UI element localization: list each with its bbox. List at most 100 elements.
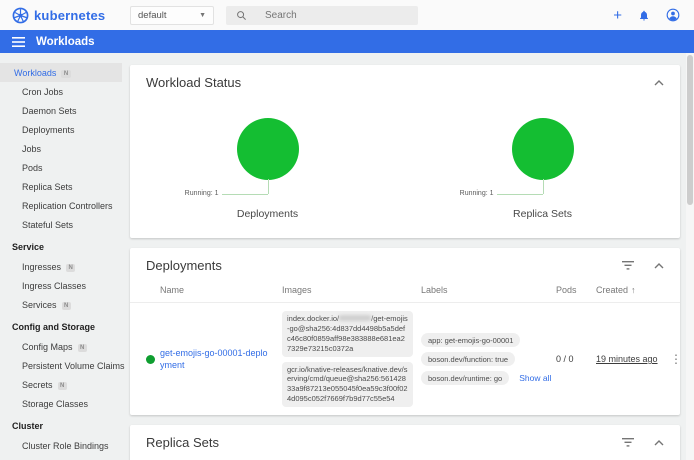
sidebar-item-replication-controllers[interactable]: Replication Controllers — [0, 196, 122, 215]
sidebar-item-label: Config Maps — [22, 342, 73, 352]
label-chip: boson.dev/runtime: go — [421, 371, 509, 385]
sidebar-item-workloads[interactable]: Workloads N — [0, 63, 122, 82]
sidebar-item-ingress-classes[interactable]: Ingress Classes — [0, 276, 122, 295]
label-chip: boson.dev/function: true — [421, 352, 515, 366]
sidebar-item-label: Ingresses — [22, 262, 61, 272]
label-chip: app: get-emojis-go-00001 — [421, 333, 520, 347]
sidebar-item-services[interactable]: Services N — [0, 295, 122, 314]
labels-cell: app: get-emojis-go-00001 boson.dev/funct… — [421, 331, 556, 388]
legend-callout-line — [222, 194, 268, 195]
column-header-pods[interactable]: Pods — [556, 285, 596, 295]
search-placeholder: Search — [265, 10, 297, 21]
collapse-chevron-icon[interactable] — [654, 440, 664, 446]
sidebar-item-jobs[interactable]: Jobs — [0, 139, 122, 158]
replica-sets-pie-chart: Running: 1 Replica Sets — [405, 118, 680, 228]
user-account-icon[interactable] — [666, 8, 680, 22]
top-bar: kubernetes default ▼ Search + — [0, 0, 694, 30]
collapse-chevron-icon[interactable] — [654, 80, 664, 86]
pie-legend: Running: 1 — [460, 190, 494, 197]
collapse-chevron-icon[interactable] — [654, 263, 664, 269]
sidebar: Workloads N Cron Jobs Daemon Sets Deploym… — [0, 53, 122, 460]
card-title: Deployments — [146, 258, 622, 273]
sidebar-item-daemon-sets[interactable]: Daemon Sets — [0, 101, 122, 120]
create-resource-button[interactable]: + — [613, 8, 622, 23]
sidebar-section-cluster: Cluster — [0, 413, 122, 436]
sidebar-item-secrets[interactable]: Secrets N — [0, 375, 122, 394]
sidebar-section-config-storage: Config and Storage — [0, 314, 122, 337]
filter-icon[interactable] — [622, 438, 634, 447]
legend-callout-line — [543, 179, 544, 194]
brand-text: kubernetes — [34, 8, 105, 23]
top-actions: + — [613, 8, 694, 23]
sidebar-item-pods[interactable]: Pods — [0, 158, 122, 177]
namespaced-badge: N — [66, 264, 75, 272]
row-actions-kebab-icon[interactable]: ⋮ — [668, 352, 684, 366]
column-header-labels[interactable]: Labels — [421, 285, 556, 295]
deployments-card: Deployments Name — [130, 248, 680, 415]
namespace-selector[interactable]: default ▼ — [130, 6, 214, 25]
search-icon — [236, 10, 247, 21]
deployments-pie-chart: Running: 1 Deployments — [130, 118, 405, 228]
sidebar-item-label: Secrets — [22, 380, 53, 390]
sidebar-item-stateful-sets[interactable]: Stateful Sets — [0, 215, 122, 234]
pie-legend: Running: 1 — [185, 190, 219, 197]
scrollbar-thumb[interactable] — [687, 55, 693, 205]
namespaced-badge: N — [62, 302, 71, 310]
images-cell: index.docker.io//get-emojis-go@sha256:4d… — [282, 311, 421, 407]
search-input[interactable]: Search — [226, 6, 418, 25]
chevron-down-icon: ▼ — [199, 12, 206, 19]
table-header-row: Name Images Labels Pods Created ↑ — [130, 454, 680, 460]
sidebar-item-persistent-volume-claims[interactable]: Persistent Volume ClaimsN — [0, 356, 122, 375]
pie-slice-running — [512, 118, 574, 180]
sidebar-item-cluster-roles[interactable]: Cluster Roles — [0, 455, 122, 460]
table-header-row: Name Images Labels Pods Created ↑ — [130, 277, 680, 303]
legend-callout-line — [497, 194, 543, 195]
sidebar-item-label: Services — [22, 300, 57, 310]
created-timestamp[interactable]: 19 minutes ago — [596, 354, 668, 364]
chart-title: Deployments — [130, 208, 405, 220]
namespaced-badge: N — [58, 382, 67, 390]
card-title: Workload Status — [146, 75, 654, 90]
filter-icon[interactable] — [622, 261, 634, 270]
sidebar-item-cron-jobs[interactable]: Cron Jobs — [0, 82, 122, 101]
sidebar-item-label: Persistent Volume Claims — [22, 361, 125, 371]
column-header-created[interactable]: Created ↑ — [596, 285, 668, 295]
status-running-dot — [146, 355, 155, 364]
deployment-name-link[interactable]: get-emojis-go-00001-deployment — [160, 347, 282, 371]
notifications-bell-icon[interactable] — [638, 9, 650, 22]
show-all-link[interactable]: Show all — [519, 373, 551, 383]
column-header-label: Created — [596, 285, 628, 295]
page-scrollbar[interactable] — [686, 53, 694, 460]
sidebar-item-storage-classes[interactable]: Storage Classes — [0, 394, 122, 413]
main-content: Workload Status Running: 1 Deployments — [122, 53, 694, 460]
sidebar-item-label: Workloads — [14, 68, 56, 78]
sidebar-item-config-maps[interactable]: Config Maps N — [0, 337, 122, 356]
sidebar-section-service: Service — [0, 234, 122, 257]
menu-hamburger-icon[interactable] — [12, 37, 25, 47]
image-chip: index.docker.io//get-emojis-go@sha256:4d… — [282, 311, 413, 357]
chart-title: Replica Sets — [405, 208, 680, 220]
column-header-name[interactable]: Name — [160, 285, 282, 295]
column-header-images[interactable]: Images — [282, 285, 421, 295]
card-title: Replica Sets — [146, 435, 622, 450]
kubernetes-logo[interactable]: kubernetes — [0, 7, 118, 24]
namespaced-badge: N — [61, 70, 70, 78]
namespaced-badge: N — [78, 344, 87, 352]
replica-sets-card: Replica Sets Name — [130, 425, 680, 460]
namespace-value: default — [138, 10, 167, 21]
image-chip: gcr.io/knative-releases/knative.dev/serv… — [282, 362, 413, 408]
workload-status-card: Workload Status Running: 1 Deployments — [130, 65, 680, 238]
pie-slice-running — [237, 118, 299, 180]
page-title: Workloads — [36, 36, 95, 48]
pods-count: 0 / 0 — [556, 354, 596, 364]
app-bar: Workloads — [0, 30, 694, 53]
kubernetes-wheel-icon — [12, 7, 29, 24]
table-row: get-emojis-go-00001-deployment index.doc… — [130, 303, 680, 415]
sidebar-item-deployments[interactable]: Deployments — [0, 120, 122, 139]
legend-callout-line — [268, 179, 269, 194]
sidebar-item-cluster-role-bindings[interactable]: Cluster Role Bindings — [0, 436, 122, 455]
sidebar-item-ingresses[interactable]: Ingresses N — [0, 257, 122, 276]
sort-ascending-arrow-icon: ↑ — [631, 285, 636, 295]
sidebar-item-replica-sets[interactable]: Replica Sets — [0, 177, 122, 196]
redacted-text — [339, 315, 371, 321]
